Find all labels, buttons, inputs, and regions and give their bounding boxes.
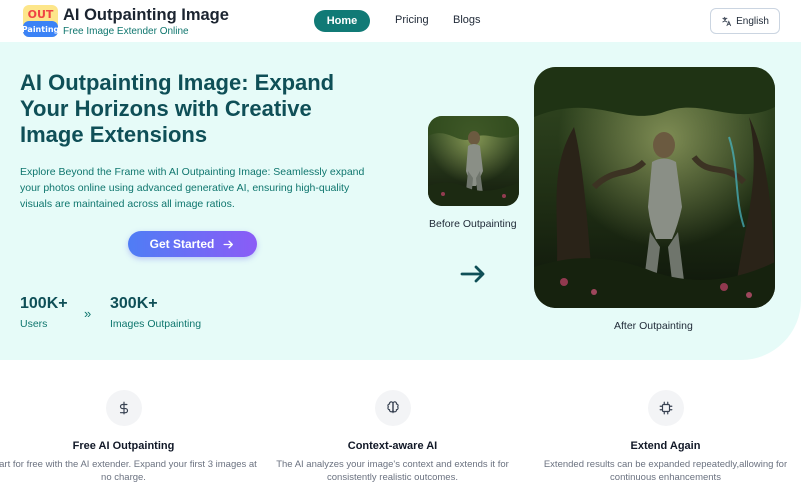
stat-images-value: 300K+: [110, 295, 158, 312]
hero-title: AI Outpainting Image: Expand Your Horizo…: [20, 70, 335, 147]
feature-description: Extended results can be expanded repeate…: [543, 459, 788, 483]
translate-icon: [722, 16, 732, 26]
stat-users-label: Users: [20, 318, 48, 330]
before-image: [428, 116, 519, 206]
brain-icon: [386, 401, 399, 414]
arrow-right-icon: [223, 240, 234, 248]
brand-title[interactable]: AI Outpainting Image: [63, 6, 229, 25]
feature-title: Free AI Outpainting: [72, 440, 175, 452]
feature-free: Free AI Outpainting Start for free with …: [0, 390, 257, 490]
after-image: [534, 67, 775, 308]
feature-title: Context-aware AI: [347, 440, 438, 452]
nav-pricing[interactable]: Pricing: [395, 14, 429, 26]
get-started-label: Get Started: [149, 237, 215, 251]
logo-icon: OUT Painting: [22, 5, 60, 37]
after-caption: After Outpainting: [614, 320, 693, 332]
chevrons-right-icon: »: [84, 306, 92, 321]
nav-blogs[interactable]: Blogs: [453, 14, 481, 26]
stat-users-value: 100K+: [20, 295, 68, 312]
hero-description: Explore Beyond the Frame with AI Outpain…: [20, 166, 365, 210]
stat-images-label: Images Outpainting: [110, 318, 202, 330]
feature-description: Start for free with the AI extender. Exp…: [0, 459, 257, 483]
feature-description: The AI analyzes your image's context and…: [276, 459, 509, 483]
before-caption: Before Outpainting: [429, 218, 517, 230]
feature-icon-wrap: [647, 390, 684, 426]
get-started-button[interactable]: Get Started: [128, 231, 257, 257]
nav-home[interactable]: Home: [314, 10, 370, 32]
language-label: English: [736, 15, 769, 27]
feature-title: Extend Again: [630, 440, 701, 452]
brand-subtitle: Free Image Extender Online: [63, 26, 189, 37]
feature-extend: Extend Again Extended results can be exp…: [532, 390, 799, 490]
dollar-icon: [119, 401, 128, 415]
svg-text:Painting: Painting: [22, 25, 59, 34]
feature-icon-wrap: [105, 390, 142, 426]
transform-arrow-icon: [460, 265, 485, 283]
svg-text:OUT: OUT: [28, 8, 54, 21]
logo[interactable]: OUT Painting: [22, 4, 60, 38]
feature-context: Context-aware AI The AI analyzes your im…: [259, 390, 526, 490]
extend-icon: [659, 401, 672, 415]
site-header: OUT Painting AI Outpainting Image Free I…: [0, 0, 801, 42]
language-button[interactable]: English: [710, 8, 780, 34]
feature-icon-wrap: [374, 390, 411, 426]
